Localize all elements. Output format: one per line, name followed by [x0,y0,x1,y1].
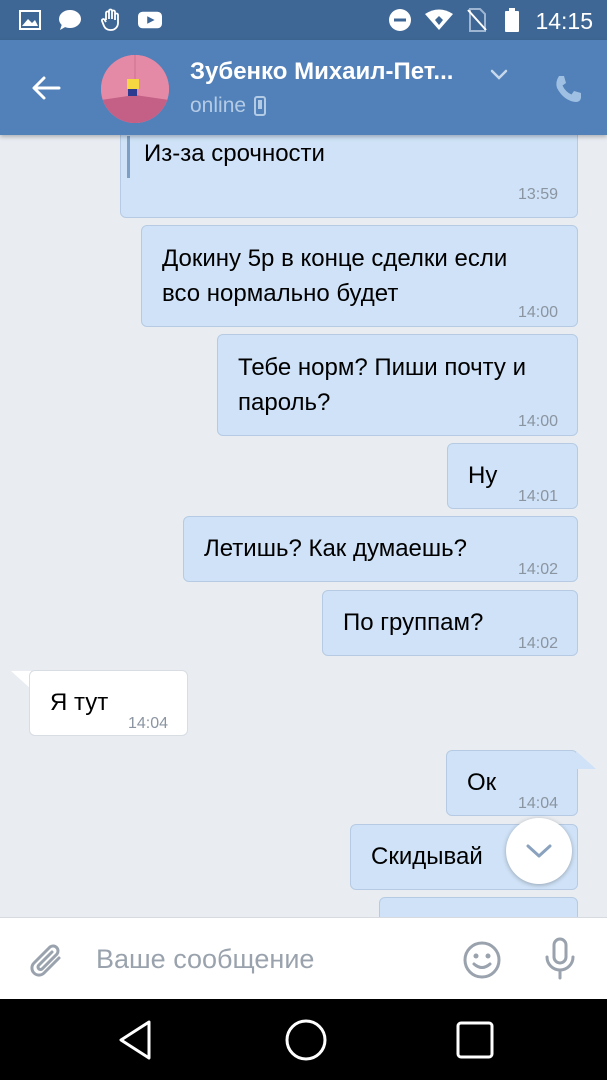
phone-call-button[interactable] [552,73,584,105]
message-bubble-outgoing[interactable]: Докину 5р в конце сделки если всо нормал… [141,225,578,327]
message-time: 14:04 [127,715,168,732]
message-text: Ок [467,769,497,796]
chevron-down-icon [526,844,552,858]
circle-home-icon [285,1019,327,1061]
online-status-text: online [190,94,247,117]
square-recents-icon [456,1021,494,1059]
message-text: Из-за срочности [144,140,325,167]
message-input[interactable] [96,938,436,980]
message-bubble-outgoing[interactable]: Ок 14:04 [446,750,578,816]
message-bubble-outgoing[interactable]: Тебе норм? Пиши почту и пароль? 14:00 [217,334,578,436]
do-not-disturb-icon [388,8,412,32]
attach-button[interactable] [28,938,68,982]
message-bubble-outgoing[interactable]: Летишь? Как думаешь? 14:02 [183,516,578,582]
message-bubble-outgoing[interactable]: По группам? 14:02 [322,590,578,656]
scroll-to-bottom-button[interactable] [506,818,572,884]
system-navigation-bar [0,999,607,1080]
message-time: 14:04 [517,795,558,812]
message-text-line-2: пароль? [238,389,331,416]
message-composer [0,917,607,999]
hand-icon [99,8,123,32]
message-list[interactable]: Из-за срочности 13:59 Докину 5р в конце … [0,135,607,917]
bubble-tail [11,671,31,689]
message-text-line-1: Тебе норм? Пиши почту и [238,354,526,381]
message-time: 13:59 [517,186,558,203]
arrow-left-icon [32,76,61,100]
youtube-icon [138,8,162,32]
chevron-down-icon[interactable] [488,66,510,84]
message-time: 14:00 [517,413,558,430]
message-text: Я тут [50,689,109,716]
online-status: online [190,94,267,118]
microphone-button[interactable] [543,937,577,981]
message-text-line-1: Докину 5р в конце сделки если [162,245,508,272]
chat-header: Зубенко Михаил-Пет... online [0,40,607,135]
phone-icon [556,76,581,102]
emoji-button[interactable] [462,940,502,980]
message-time: 14:01 [517,488,558,505]
message-bubble-outgoing[interactable] [379,897,578,917]
status-time: 14:15 [535,8,593,34]
chat-icon [58,8,82,32]
message-text: По группам? [343,609,484,636]
message-text: Летишь? Как думаешь? [204,535,468,562]
triangle-back-icon [119,1020,151,1060]
wifi-icon [424,8,454,32]
paperclip-icon [30,944,61,977]
message-text: Скидывай [371,843,483,870]
message-bubble-outgoing[interactable]: Ну 14:01 [447,443,578,509]
message-time: 14:02 [517,635,558,652]
message-bubble-outgoing[interactable]: Из-за срочности 13:59 [120,135,578,218]
no-sim-icon [465,8,489,32]
nav-back-button[interactable] [112,1017,158,1063]
message-text-line-2: всо нормально будет [162,280,399,307]
battery-icon [500,8,524,32]
quote-bar [127,136,130,178]
avatar[interactable] [101,55,169,123]
back-button[interactable] [22,66,70,110]
nav-home-button[interactable] [283,1017,329,1063]
bubble-tail [576,751,596,769]
status-bar: 14:15 [0,0,607,40]
contact-name[interactable]: Зубенко Михаил-Пет... [190,58,453,86]
message-text: Ну [468,462,498,489]
microphone-icon [545,937,575,980]
mobile-phone-icon [254,96,267,116]
image-icon [18,8,42,32]
smiley-icon [463,941,501,979]
message-time: 14:00 [517,304,558,321]
message-bubble-incoming[interactable]: Я тут 14:04 [29,670,188,736]
message-time: 14:02 [517,561,558,578]
nav-recents-button[interactable] [452,1017,498,1063]
